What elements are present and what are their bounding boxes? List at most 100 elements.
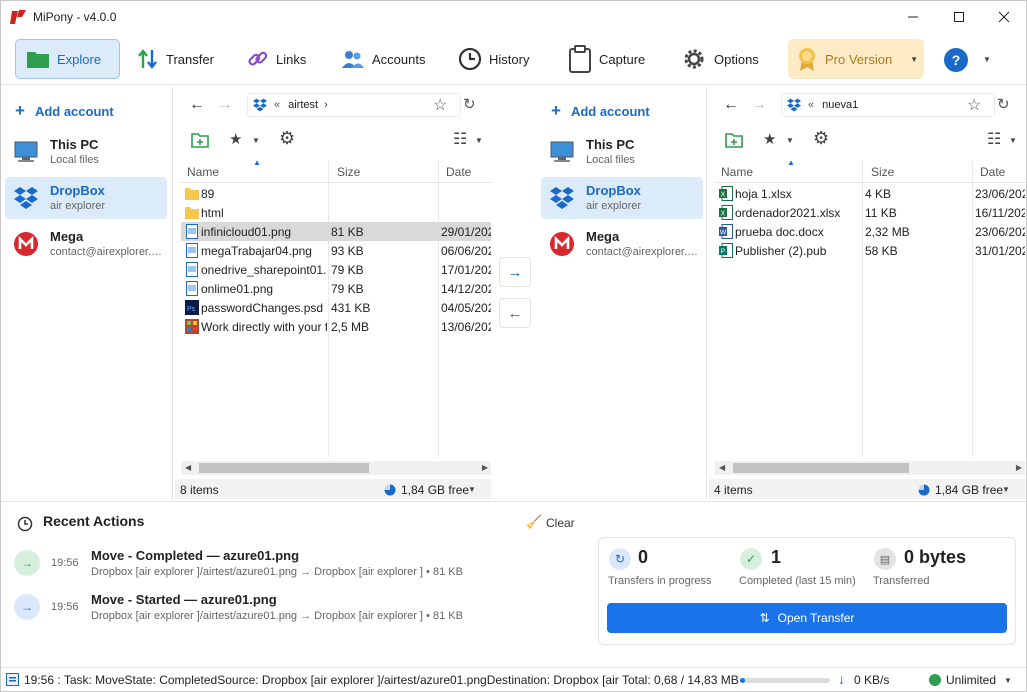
star-outline-icon[interactable]: ☆ (967, 95, 981, 115)
column-name-header[interactable]: Name (187, 165, 219, 179)
options-button[interactable]: Options (681, 39, 759, 79)
left-horizontal-scrollbar[interactable]: ◀ ▶ (181, 461, 491, 475)
account-this-pc[interactable]: This PC Local files (541, 131, 703, 173)
right-panel-status: 4 items 1,84 GB free ▼ (709, 479, 1025, 499)
file-row-megatrabajar04[interactable]: megaTrabajar04.png 93 KB 06/06/2023 (181, 241, 491, 260)
scroll-right-icon[interactable]: ▶ (1016, 461, 1022, 475)
accounts-button[interactable]: Accounts (341, 39, 425, 79)
favorites-star-icon[interactable]: ★ (229, 130, 242, 148)
favorites-star-icon[interactable]: ★ (763, 130, 776, 148)
free-space[interactable]: 1,84 GB free (935, 483, 1003, 497)
file-row-onedrive-sharepoint01[interactable]: onedrive_sharepoint01.png 79 KB 17/01/20… (181, 260, 491, 279)
column-name-header[interactable]: Name (721, 165, 753, 179)
file-row-passwordchanges[interactable]: Ps passwordChanges.psd 431 KB 04/05/2023 (181, 298, 491, 317)
completed-label: Completed (last 15 min) (739, 575, 856, 587)
more-chevron-icon[interactable]: ▼ (983, 55, 991, 64)
free-space-chevron-icon[interactable]: ▼ (1002, 485, 1010, 494)
view-chevron-icon[interactable]: ▼ (1009, 136, 1017, 145)
view-chevron-icon[interactable]: ▼ (475, 136, 483, 145)
view-list-icon[interactable]: ☷ (453, 129, 467, 149)
file-row-folder-html[interactable]: html (181, 203, 491, 222)
breadcrumb-overflow[interactable]: « (808, 99, 814, 111)
left-path-input[interactable]: « airtest › (247, 93, 461, 117)
speed-limit-chevron-icon[interactable]: ▼ (1004, 676, 1012, 685)
add-account-button[interactable]: + Add account (15, 101, 114, 121)
free-space[interactable]: 1,84 GB free (401, 483, 469, 497)
scroll-right-icon[interactable]: ▶ (482, 461, 488, 475)
account-this-pc[interactable]: This PC Local files (5, 131, 167, 173)
dropbox-icon (550, 187, 574, 209)
maximize-button[interactable] (936, 1, 982, 33)
file-name: onlime01.png (201, 282, 274, 296)
file-name: html (201, 206, 224, 220)
breadcrumb-folder[interactable]: nueva1 (822, 99, 858, 111)
column-size-header[interactable]: Size (871, 165, 894, 179)
action-item[interactable]: → 19:56 Move - Started — azure01.png Dro… (1, 586, 591, 630)
file-row-prueba-doc[interactable]: W prueba doc.docx 2,32 MB 23/06/2023 (715, 222, 1025, 241)
mega-icon (550, 232, 574, 256)
forward-arrow-icon[interactable]: → (217, 96, 233, 114)
column-date-header[interactable]: Date (446, 165, 471, 179)
open-transfer-button[interactable]: ⇅ Open Transfer (607, 603, 1007, 633)
breadcrumb-folder[interactable]: airtest (288, 99, 318, 111)
file-row-onlime01[interactable]: onlime01.png 79 KB 14/12/2022 (181, 279, 491, 298)
transfer-button[interactable]: Transfer (137, 39, 214, 79)
file-row-hoja1[interactable]: X hoja 1.xlsx 4 KB 23/06/2023 (715, 184, 1025, 203)
open-transfer-label: Open Transfer (777, 611, 855, 625)
file-row-publisher[interactable]: P Publisher (2).pub 58 KB 31/01/2023 (715, 241, 1025, 260)
breadcrumb-overflow[interactable]: « (274, 99, 280, 111)
right-path-input[interactable]: « nueva1 (781, 93, 995, 117)
new-folder-icon[interactable] (191, 132, 209, 148)
file-name: 89 (201, 187, 215, 201)
refresh-icon[interactable]: ↻ (463, 95, 476, 113)
add-account-button[interactable]: + Add account (551, 101, 650, 121)
links-button[interactable]: Links (247, 39, 306, 79)
copy-right-button[interactable]: → (499, 257, 531, 287)
account-dropbox[interactable]: DropBox air explorer (5, 177, 167, 219)
pro-version-button[interactable]: Pro Version ▼ (788, 39, 924, 79)
breadcrumb-separator[interactable]: › (324, 99, 328, 111)
left-account-sidebar: + Add account This PC Local files DropBo… (1, 87, 173, 499)
new-folder-icon[interactable] (725, 132, 743, 148)
scroll-left-icon[interactable]: ◀ (185, 461, 191, 475)
refresh-icon[interactable]: ↻ (997, 95, 1010, 113)
back-arrow-icon[interactable]: ← (723, 96, 739, 114)
view-list-icon[interactable]: ☷ (987, 129, 1001, 149)
explore-button[interactable]: Explore (15, 39, 120, 79)
minimize-button[interactable] (890, 1, 936, 33)
account-dropbox[interactable]: DropBox air explorer (541, 177, 703, 219)
column-size-header[interactable]: Size (337, 165, 360, 179)
clear-button[interactable]: Clear (546, 516, 575, 530)
file-row-ordenador2021[interactable]: X ordenador2021.xlsx 11 KB 16/11/2022 (715, 203, 1025, 222)
favorites-chevron-icon[interactable]: ▼ (252, 136, 260, 145)
free-space-chevron-icon[interactable]: ▼ (468, 485, 476, 494)
history-button[interactable]: History (458, 39, 529, 79)
settings-gear-icon[interactable]: ⚙ (813, 128, 829, 149)
broom-icon[interactable]: 🧹 (526, 514, 542, 530)
scroll-left-icon[interactable]: ◀ (719, 461, 725, 475)
maximize-icon (954, 12, 964, 22)
scrollbar-thumb[interactable] (733, 463, 909, 473)
file-size: 2,32 MB (865, 225, 910, 239)
back-arrow-icon[interactable]: ← (189, 96, 205, 114)
file-row-folder-89[interactable]: 89 (181, 184, 491, 203)
column-date-header[interactable]: Date (980, 165, 1005, 179)
forward-arrow-icon[interactable]: → (751, 96, 767, 114)
favorites-chevron-icon[interactable]: ▼ (786, 136, 794, 145)
settings-gear-icon[interactable]: ⚙ (279, 128, 295, 149)
action-item[interactable]: → 19:56 Move - Completed — azure01.png D… (1, 542, 591, 586)
account-mega[interactable]: Mega contact@airexplorer.com (5, 223, 167, 265)
file-date: 04/05/2023 (441, 301, 491, 315)
file-row-infinicloud01[interactable]: infinicloud01.png 81 KB 29/01/2023 (181, 222, 491, 241)
copy-left-button[interactable]: ← (499, 298, 531, 328)
account-mega[interactable]: Mega contact@airexplorer.com (541, 223, 703, 265)
scrollbar-thumb[interactable] (199, 463, 369, 473)
transferred-amount: 0 bytes (904, 547, 967, 567)
close-button[interactable] (981, 1, 1027, 33)
right-horizontal-scrollbar[interactable]: ◀ ▶ (715, 461, 1025, 475)
file-row-work-directly-video[interactable]: Work directly with your files.mp4 2,5 MB… (181, 317, 491, 336)
speed-limit-selector[interactable]: Unlimited (946, 673, 996, 687)
capture-button[interactable]: Capture (568, 39, 645, 79)
help-button[interactable]: ? (944, 48, 968, 72)
star-outline-icon[interactable]: ☆ (433, 95, 447, 115)
